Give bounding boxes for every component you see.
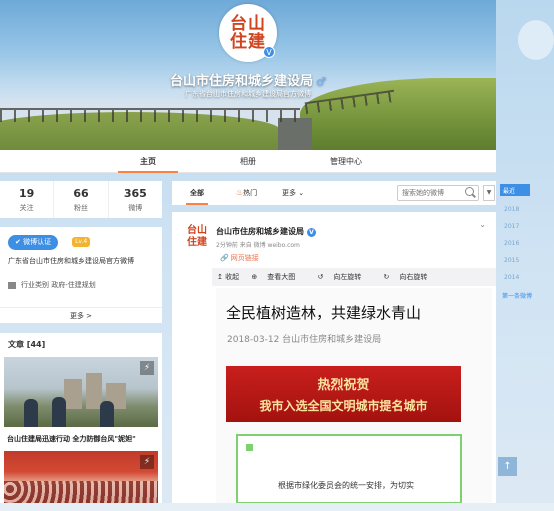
post-web-link-label: 网页链接 xyxy=(230,254,259,262)
timeline-year[interactable]: 2014 xyxy=(500,274,530,281)
timeline-recent[interactable]: 最近 xyxy=(500,184,530,196)
chevron-down-icon[interactable]: ▼ xyxy=(483,185,495,201)
thumb-building xyxy=(64,379,82,409)
feed-filter-bar: 全部 ♨热门 更多 ⌄ ▼ xyxy=(172,181,496,205)
profile-avatar[interactable]: 台山 住建 V xyxy=(219,4,277,62)
verify-description: 广东省台山市住房和城乡建设局官方微博 xyxy=(8,257,134,265)
timeline-year[interactable]: 2018 xyxy=(500,206,530,213)
post-avatar[interactable]: 台山 住建 xyxy=(182,222,212,252)
post-avatar-line2: 住建 xyxy=(187,237,207,248)
banner-line1: 热烈祝贺 xyxy=(317,378,370,393)
industry-text: 行业类别 政府-住建规划 xyxy=(21,281,96,289)
stat-following-label: 关注 xyxy=(19,204,34,212)
profile-banner: 台山 住建 V 台山市住房和城乡建设局 ♂ 广东省台山市住房和城乡建设局官方微博 xyxy=(0,0,496,150)
back-to-top-button[interactable]: ↑ xyxy=(498,457,517,476)
article-thumbnail-1[interactable]: ⚡ xyxy=(4,357,158,427)
thumb-person xyxy=(100,401,114,427)
thumb-crowd xyxy=(4,481,158,503)
thumb-person xyxy=(52,397,66,427)
post-author-name: 台山市住房和城乡建设局 xyxy=(216,227,304,236)
arrow-up-icon: ↑ xyxy=(503,461,512,472)
thumb-person xyxy=(24,399,38,427)
article-date-source: 2018-03-12 台山市住房和城乡建设局 xyxy=(227,335,382,345)
congratulation-banner: 热烈祝贺 我市入选全国文明城市提名城市 xyxy=(226,366,461,422)
tab-home[interactable]: 主页 xyxy=(118,150,178,173)
background-cloud xyxy=(518,20,554,60)
rotate-right-label: 向右旋转 xyxy=(399,273,428,281)
tab-album[interactable]: 相册 xyxy=(218,150,278,173)
articles-card: 文章 [44] ⚡ 台山住建局迅速行动 全力防御台风"妮妲" ⚡ xyxy=(0,333,162,503)
briefcase-icon xyxy=(8,281,16,289)
verified-icon: V xyxy=(263,46,275,58)
stat-following[interactable]: 19 关注 xyxy=(0,181,55,218)
stat-following-count: 19 xyxy=(19,187,35,200)
collapse-button[interactable]: ↥ 收起 xyxy=(217,273,239,281)
banner-line2: 我市入选全国文明城市提名城市 xyxy=(259,399,428,413)
profile-tab-bar: 主页 相册 管理中心 xyxy=(0,150,496,173)
filter-all[interactable]: 全部 xyxy=(186,181,208,205)
article-headline: 全民植树造林，共建绿水青山 xyxy=(226,304,422,322)
stat-posts-label: 微博 xyxy=(128,204,143,212)
filter-hot-label: 热门 xyxy=(243,189,258,197)
post-meta: 2分钟前 来自 微博 weibo.com xyxy=(216,242,300,249)
lightning-icon: ⚡ xyxy=(140,361,154,375)
view-large-label: 查看大图 xyxy=(267,273,296,281)
article-body-box: 根据市绿化委员会的统一安排，为切实 xyxy=(236,434,462,504)
zoom-icon: ⊕ xyxy=(251,273,258,281)
stat-followers[interactable]: 66 粉丝 xyxy=(54,181,109,218)
timeline-year[interactable]: 2015 xyxy=(500,257,530,264)
profile-description: 广东省台山市住房和城乡建设局官方微博 xyxy=(185,90,311,98)
about-more-link[interactable]: 更多 > xyxy=(0,307,162,323)
tab-management[interactable]: 管理中心 xyxy=(316,150,376,173)
view-large-button[interactable]: ⊕ 查看大图 xyxy=(251,273,305,281)
rotate-right-icon: ↻ xyxy=(383,273,390,281)
rotate-right-button[interactable]: ↻ 向右旋转 xyxy=(384,273,438,281)
filter-hot[interactable]: ♨热门 xyxy=(236,181,257,205)
industry-row: 行业类别 政府-住建规划 xyxy=(8,280,154,290)
image-toolbar: ↥ 收起 ⊕ 查看大图 ↺ 向左旋转 ↻ 向右旋转 xyxy=(212,268,496,286)
verified-icon: V xyxy=(307,228,316,237)
timeline-year[interactable]: 2016 xyxy=(500,240,530,247)
article-body-text: 根据市绿化委员会的统一安排，为切实 xyxy=(278,481,414,490)
stat-followers-label: 粉丝 xyxy=(73,204,88,212)
rotate-left-button[interactable]: ↺ 向左旋转 xyxy=(317,273,371,281)
avatar-logo-line2: 住建 xyxy=(230,32,266,52)
rotate-left-icon: ↺ xyxy=(317,273,324,281)
about-card: ✔ 微博认证 Lv.4 广东省台山市住房和城乡建设局官方微博 行业类别 政府-住建… xyxy=(0,227,162,323)
profile-name: 台山市住房和城乡建设局 ♂ xyxy=(0,70,496,89)
banner-fence xyxy=(0,108,300,122)
green-square-icon xyxy=(246,444,253,451)
article-thumbnail-2[interactable]: ⚡ xyxy=(4,451,158,503)
filter-more[interactable]: 更多 ⌄ xyxy=(282,181,304,205)
articles-header: 文章 [44] xyxy=(8,340,46,349)
verify-check-icon: ✔ xyxy=(15,238,24,246)
post-author[interactable]: 台山市住房和城乡建设局 V xyxy=(216,226,316,237)
post-menu-chevron-icon[interactable]: ⌄ xyxy=(479,220,486,229)
bottom-bar xyxy=(0,503,554,511)
post-avatar-line1: 台山 xyxy=(187,225,207,236)
link-icon: 🔗 xyxy=(220,254,229,262)
profile-stats: 19 关注 66 粉丝 365 微博 xyxy=(0,181,162,218)
banner-path xyxy=(278,118,312,150)
verify-badge-label: 微博认证 xyxy=(23,238,52,246)
rotate-left-label: 向左旋转 xyxy=(333,273,362,281)
post-web-link[interactable]: 🔗 网页链接 xyxy=(220,253,259,263)
timeline-first-post[interactable]: 第一条微博 xyxy=(500,291,532,300)
search-icon[interactable] xyxy=(465,187,474,196)
verify-badge[interactable]: ✔ 微博认证 xyxy=(8,235,59,250)
post-image-article[interactable]: 全民植树造林，共建绿水青山 2018-03-12 台山市住房和城乡建设局 热烈祝… xyxy=(216,288,492,507)
weibo-post: 台山 住建 台山市住房和城乡建设局 V 2分钟前 来自 微博 weibo.com … xyxy=(172,212,496,507)
male-icon: ♂ xyxy=(316,75,326,88)
level-badge[interactable]: Lv.4 xyxy=(72,236,91,247)
year-timeline: 最近 2018 2017 2016 2015 2014 第一条微博 xyxy=(500,184,532,300)
stat-posts[interactable]: 365 微博 xyxy=(109,181,162,218)
lightning-icon: ⚡ xyxy=(140,455,154,469)
stat-followers-count: 66 xyxy=(73,187,89,200)
avatar-logo-line1: 台山 xyxy=(230,14,266,34)
article-title-1[interactable]: 台山住建局迅速行动 全力防御台风"妮妲" xyxy=(7,430,157,448)
timeline-year[interactable]: 2017 xyxy=(500,223,530,230)
stat-posts-count: 365 xyxy=(123,187,147,200)
profile-name-text: 台山市住房和城乡建设局 xyxy=(170,74,314,89)
